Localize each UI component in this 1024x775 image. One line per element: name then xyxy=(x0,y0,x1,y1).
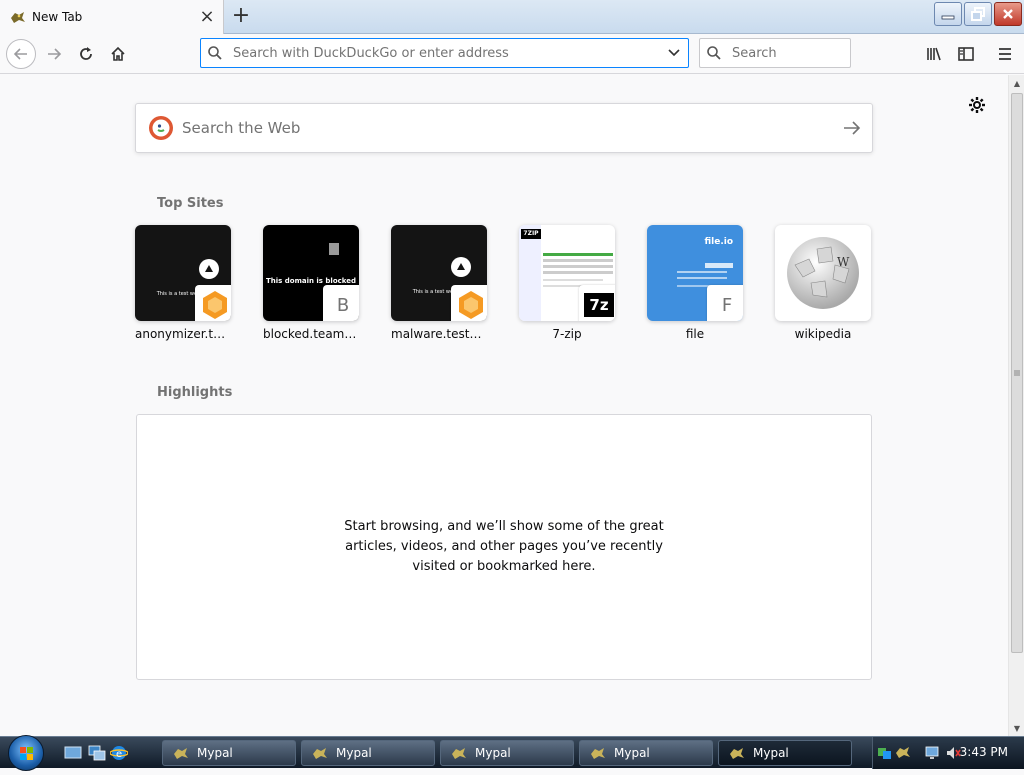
search-icon xyxy=(201,39,229,67)
new-tab-button[interactable]: + xyxy=(230,5,252,27)
taskbar-label: Mypal xyxy=(614,746,650,760)
top-site-malware[interactable]: This is a test website malware.testcat..… xyxy=(391,225,519,341)
tile-text: This domain is blocked xyxy=(265,277,356,285)
mypal-icon xyxy=(591,748,605,759)
top-sites-heading: Top Sites xyxy=(157,196,224,211)
wikipedia-globe-icon xyxy=(787,237,859,309)
close-window-button[interactable] xyxy=(994,2,1022,26)
web-search-box[interactable] xyxy=(135,103,873,153)
tab-strip: New Tab × + xyxy=(0,0,1024,34)
top-site-wikipedia[interactable]: W wikipedia xyxy=(775,225,903,341)
display-icon[interactable] xyxy=(925,745,941,761)
forward-button[interactable] xyxy=(40,40,68,68)
taskbar-label: Mypal xyxy=(197,746,233,760)
navigation-toolbar xyxy=(0,34,1024,74)
site-thumbnail: W xyxy=(775,225,871,321)
site-thumbnail: This is a test website xyxy=(391,225,487,321)
top-sites-grid: This is a test website anonymizer.test..… xyxy=(135,225,903,341)
sidebar-toggle-button[interactable] xyxy=(952,40,980,68)
window-controls xyxy=(934,2,1022,26)
taskbar-clock[interactable]: 3:43 PM xyxy=(960,745,1008,759)
internet-explorer-icon[interactable]: e xyxy=(110,745,128,761)
taskbar-button-mypal[interactable]: Mypal xyxy=(301,740,435,766)
site-thumbnail: file.io F xyxy=(647,225,743,321)
site-letter-badge: B xyxy=(323,285,359,321)
7zip-favicon-icon: 7z xyxy=(579,285,615,321)
7zip-logo: 7ZIP xyxy=(521,229,541,239)
fileio-logo-text: file.io xyxy=(704,237,733,247)
site-letter-badge: F xyxy=(707,285,743,321)
library-button[interactable] xyxy=(920,40,948,68)
volume-muted-icon[interactable] xyxy=(945,745,961,761)
svg-text:e: e xyxy=(116,749,122,760)
home-button[interactable] xyxy=(104,40,132,68)
show-desktop-icon[interactable] xyxy=(64,745,82,761)
url-input[interactable] xyxy=(229,45,660,61)
site-thumbnail: This domain is blocked B xyxy=(263,225,359,321)
site-label: 7-zip xyxy=(552,327,582,341)
mypal-icon xyxy=(313,748,327,759)
site-favicon-icon xyxy=(451,285,487,321)
highlights-heading: Highlights xyxy=(157,385,233,400)
site-label: file xyxy=(685,327,705,341)
network-icon[interactable] xyxy=(877,745,893,761)
top-site-file[interactable]: file.io F file xyxy=(647,225,775,341)
search-icon xyxy=(700,39,728,67)
highlights-message: Start browsing, and we’ll show some of t… xyxy=(344,519,664,574)
taskbar-button-mypal-active[interactable]: Mypal xyxy=(718,740,852,766)
taskbar-label: Mypal xyxy=(336,746,372,760)
mypal-icon xyxy=(174,748,188,759)
url-bar[interactable] xyxy=(200,38,689,68)
scrollbar-thumb[interactable] xyxy=(1011,93,1023,653)
switch-windows-icon[interactable] xyxy=(88,745,106,761)
taskbar-button-mypal[interactable]: Mypal xyxy=(162,740,296,766)
mypal-tray-icon[interactable] xyxy=(895,745,911,761)
tab-new-tab[interactable]: New Tab × xyxy=(0,0,224,34)
system-tray: 3:43 PM xyxy=(872,737,1024,769)
minimize-button[interactable] xyxy=(934,2,962,26)
site-label: blocked.teams.c... xyxy=(263,327,359,341)
duckduckgo-logo-icon xyxy=(148,115,174,141)
taskbar-button-mypal[interactable]: Mypal xyxy=(440,740,574,766)
7zip-favicon-text: 7z xyxy=(584,293,614,317)
new-tab-page: Top Sites This is a test website anonymi… xyxy=(0,75,1008,736)
mypal-icon xyxy=(10,9,26,25)
wikipedia-glyph: W xyxy=(837,255,850,269)
reload-button[interactable] xyxy=(72,40,100,68)
top-site-7zip[interactable]: 7ZIP 7z 7-zip xyxy=(519,225,647,341)
site-thumbnail: This is a test website xyxy=(135,225,231,321)
taskbar-button-mypal[interactable]: Mypal xyxy=(579,740,713,766)
tab-close-icon[interactable]: × xyxy=(197,7,217,27)
taskbar: e Mypal Mypal Mypal Mypal Mypal 3:43 PM xyxy=(0,735,1024,771)
start-button[interactable] xyxy=(8,735,44,771)
gear-icon[interactable] xyxy=(964,92,990,118)
tab-title: New Tab xyxy=(32,10,83,24)
search-input[interactable] xyxy=(728,45,850,61)
taskbar-label: Mypal xyxy=(753,746,789,760)
top-site-anonymizer[interactable]: This is a test website anonymizer.test..… xyxy=(135,225,263,341)
site-label: wikipedia xyxy=(794,327,852,341)
top-site-blocked[interactable]: This domain is blocked B blocked.teams.c… xyxy=(263,225,391,341)
highlights-empty-state: Start browsing, and we’ll show some of t… xyxy=(136,414,872,680)
menu-button[interactable] xyxy=(991,40,1019,68)
mypal-icon xyxy=(730,748,744,759)
site-thumbnail: 7ZIP 7z xyxy=(519,225,615,321)
scroll-down-icon[interactable]: ▼ xyxy=(1009,720,1024,736)
chevron-down-icon[interactable] xyxy=(660,39,688,67)
site-label: anonymizer.test... xyxy=(135,327,231,341)
vertical-scrollbar[interactable]: ▲ ▼ xyxy=(1008,75,1024,736)
restore-button[interactable] xyxy=(964,2,992,26)
taskbar-label: Mypal xyxy=(475,746,511,760)
scroll-up-icon[interactable]: ▲ xyxy=(1009,75,1024,91)
back-button[interactable] xyxy=(6,39,36,69)
search-bar[interactable] xyxy=(699,38,851,68)
arrow-right-icon[interactable] xyxy=(832,108,872,148)
site-label: malware.testcat... xyxy=(391,327,487,341)
web-search-input[interactable] xyxy=(174,119,832,137)
site-favicon-icon xyxy=(195,285,231,321)
mypal-icon xyxy=(452,748,466,759)
